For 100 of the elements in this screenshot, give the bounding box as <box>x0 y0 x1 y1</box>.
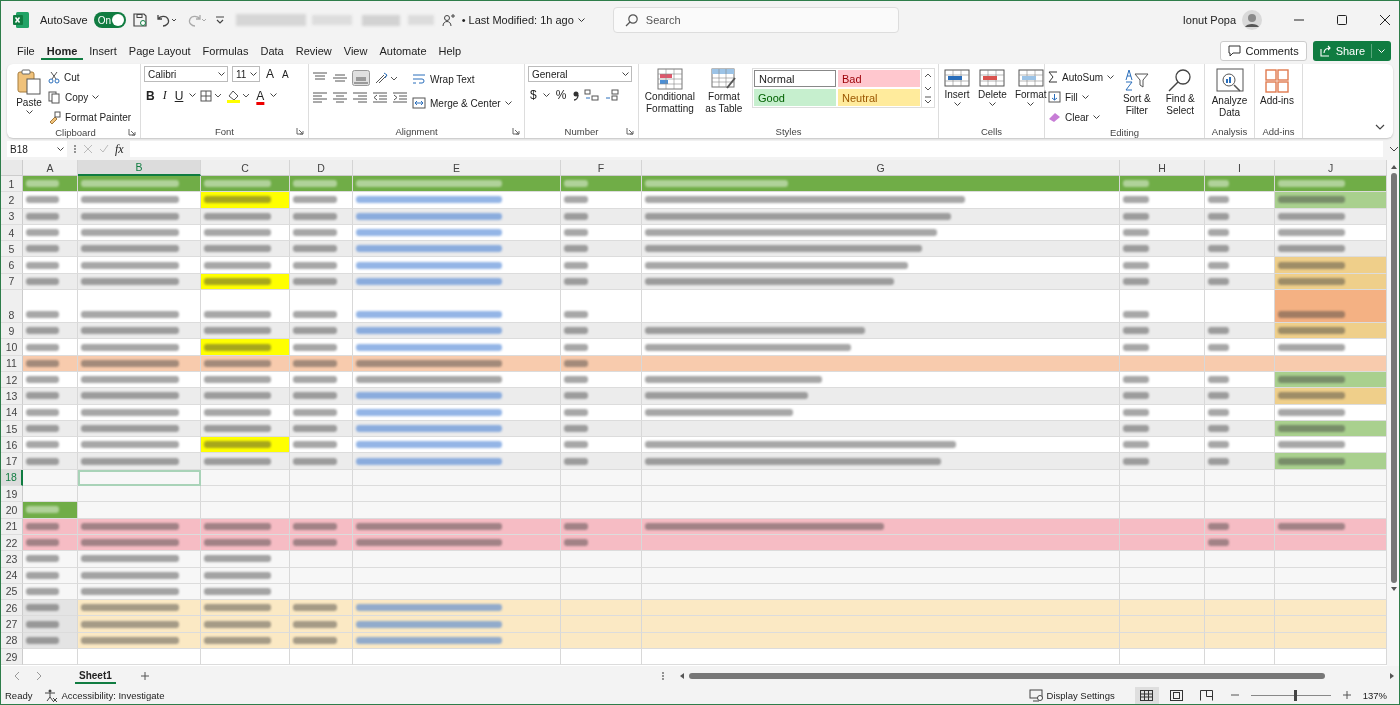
horizontal-scrollbar[interactable] <box>679 672 1395 680</box>
font-name-field[interactable]: Calibri <box>144 66 228 82</box>
cell-style-item[interactable]: Normal <box>754 70 836 87</box>
zoom-in-icon[interactable] <box>1342 691 1351 699</box>
italic-button[interactable]: I <box>160 88 169 103</box>
gallery-scroll-icon[interactable] <box>921 69 934 107</box>
add-sheet-icon[interactable] <box>139 671 150 681</box>
insert-function-button[interactable]: fx <box>115 141 124 157</box>
cell-style-item[interactable]: Bad <box>838 70 920 87</box>
orientation-icon[interactable] <box>374 71 398 85</box>
menu-tab[interactable]: Review <box>289 42 338 60</box>
row-header[interactable]: 20 <box>1 502 23 519</box>
menu-tab[interactable]: View <box>337 42 374 60</box>
menu-tab[interactable]: Page Layout <box>122 42 197 60</box>
currency-button[interactable]: $ <box>528 88 539 102</box>
accessibility-button[interactable]: Accessibility: Investigate <box>44 688 165 702</box>
menu-tab[interactable]: Automate <box>373 42 433 60</box>
row-header[interactable]: 26 <box>1 600 23 617</box>
row-header[interactable]: 16 <box>1 437 23 454</box>
share-button[interactable]: Share <box>1312 41 1391 61</box>
row-header[interactable]: 13 <box>1 388 23 405</box>
column-header[interactable]: F <box>561 160 642 176</box>
sheet-tab[interactable]: Sheet1 <box>75 668 116 684</box>
cut-button[interactable]: Cut <box>48 68 132 86</box>
column-header[interactable]: C <box>201 160 290 176</box>
last-modified-button[interactable]: • Last Modified: 1h ago <box>461 14 585 26</box>
find-select-button[interactable]: Find & Select <box>1159 68 1201 117</box>
format-painter-button[interactable]: Format Painter <box>48 108 132 126</box>
column-header[interactable]: D <box>290 160 353 176</box>
row-header[interactable]: 6 <box>1 257 23 274</box>
increase-font-size-button[interactable]: A <box>264 67 276 81</box>
comma-style-icon[interactable] <box>572 89 581 101</box>
font-size-field[interactable]: 11 <box>232 66 260 82</box>
bold-button[interactable]: B <box>144 88 157 103</box>
paste-button[interactable]: Paste <box>14 68 44 115</box>
scroll-up-icon[interactable] <box>1390 164 1398 170</box>
increase-indent-icon[interactable] <box>392 92 408 104</box>
row-header[interactable]: 5 <box>1 241 23 258</box>
row-header[interactable]: 10 <box>1 339 23 356</box>
decrease-indent-icon[interactable] <box>372 92 388 104</box>
wrap-text-button[interactable]: Wrap Text <box>412 70 512 88</box>
display-settings-button[interactable]: Display Settings <box>1028 688 1115 702</box>
avatar[interactable] <box>1242 10 1262 30</box>
insert-button[interactable]: Insert <box>942 68 972 107</box>
menu-tab[interactable]: Home <box>40 42 84 60</box>
maximize-icon[interactable] <box>1336 14 1348 26</box>
column-header[interactable]: A <box>23 160 78 176</box>
row-header[interactable]: 23 <box>1 551 23 568</box>
merge-center-button[interactable]: Merge & Center <box>412 94 512 112</box>
row-header[interactable]: 19 <box>1 486 23 503</box>
scroll-left-icon[interactable] <box>679 672 685 680</box>
autosave-toggle[interactable]: On <box>93 12 126 28</box>
dialog-launcher-icon[interactable] <box>296 127 304 135</box>
menu-tab[interactable]: File <box>11 42 41 60</box>
format-button[interactable]: Format <box>1012 68 1049 107</box>
previous-sheet-icon[interactable] <box>13 671 21 681</box>
percent-button[interactable]: % <box>553 88 569 102</box>
fill-button[interactable]: Fill <box>1048 88 1115 106</box>
scroll-right-icon[interactable] <box>1389 672 1395 680</box>
column-header[interactable]: E <box>353 160 561 176</box>
increase-decimal-icon[interactable] <box>584 88 601 102</box>
column-header[interactable]: H <box>1120 160 1205 176</box>
row-header[interactable]: 2 <box>1 192 23 209</box>
name-box[interactable]: B18 <box>7 141 67 157</box>
close-icon[interactable] <box>1379 14 1391 26</box>
column-header[interactable]: J <box>1275 160 1387 176</box>
menu-tab[interactable]: Help <box>432 42 468 60</box>
fill-color-icon[interactable] <box>226 88 251 103</box>
customize-toolbar-icon[interactable] <box>213 14 226 26</box>
normal-view-button[interactable] <box>1134 686 1159 704</box>
collapse-ribbon-icon[interactable] <box>1375 124 1385 130</box>
row-header[interactable]: 29 <box>1 649 23 666</box>
delete-button[interactable]: Delete <box>976 68 1009 107</box>
clear-button[interactable]: Clear <box>1048 108 1115 126</box>
save-icon[interactable] <box>131 12 148 28</box>
column-header[interactable]: B <box>78 160 201 176</box>
comments-button[interactable]: Comments <box>1220 41 1307 61</box>
formula-input[interactable] <box>129 141 1383 157</box>
analyze-data-button[interactable]: Analyze Data <box>1208 68 1251 119</box>
borders-icon[interactable] <box>200 89 223 102</box>
expand-formula-bar-icon[interactable] <box>1389 146 1399 152</box>
cell-style-item[interactable]: Good <box>754 89 836 106</box>
menu-tab[interactable]: Data <box>254 42 290 60</box>
search-field[interactable]: Search <box>612 7 899 33</box>
menu-tab[interactable]: Insert <box>83 42 123 60</box>
dialog-launcher-icon[interactable] <box>128 128 136 136</box>
menu-tab[interactable]: Formulas <box>196 42 255 60</box>
zoom-slider-thumb[interactable] <box>1293 689 1297 701</box>
vertical-scrollbar[interactable] <box>1387 160 1399 666</box>
row-header[interactable]: 8 <box>1 290 23 324</box>
add-ins-button[interactable]: Add-ins <box>1258 68 1296 107</box>
row-header[interactable]: 1 <box>1 176 23 193</box>
decrease-decimal-icon[interactable] <box>604 88 621 102</box>
more-icon[interactable] <box>661 671 665 681</box>
zoom-level[interactable]: 137% <box>1362 689 1387 701</box>
cell-style-item[interactable]: Neutral <box>838 89 920 106</box>
font-color-button[interactable]: A <box>254 88 267 103</box>
decrease-font-size-button[interactable]: A <box>280 68 291 80</box>
row-header[interactable]: 27 <box>1 616 23 633</box>
column-header[interactable]: I <box>1205 160 1275 176</box>
